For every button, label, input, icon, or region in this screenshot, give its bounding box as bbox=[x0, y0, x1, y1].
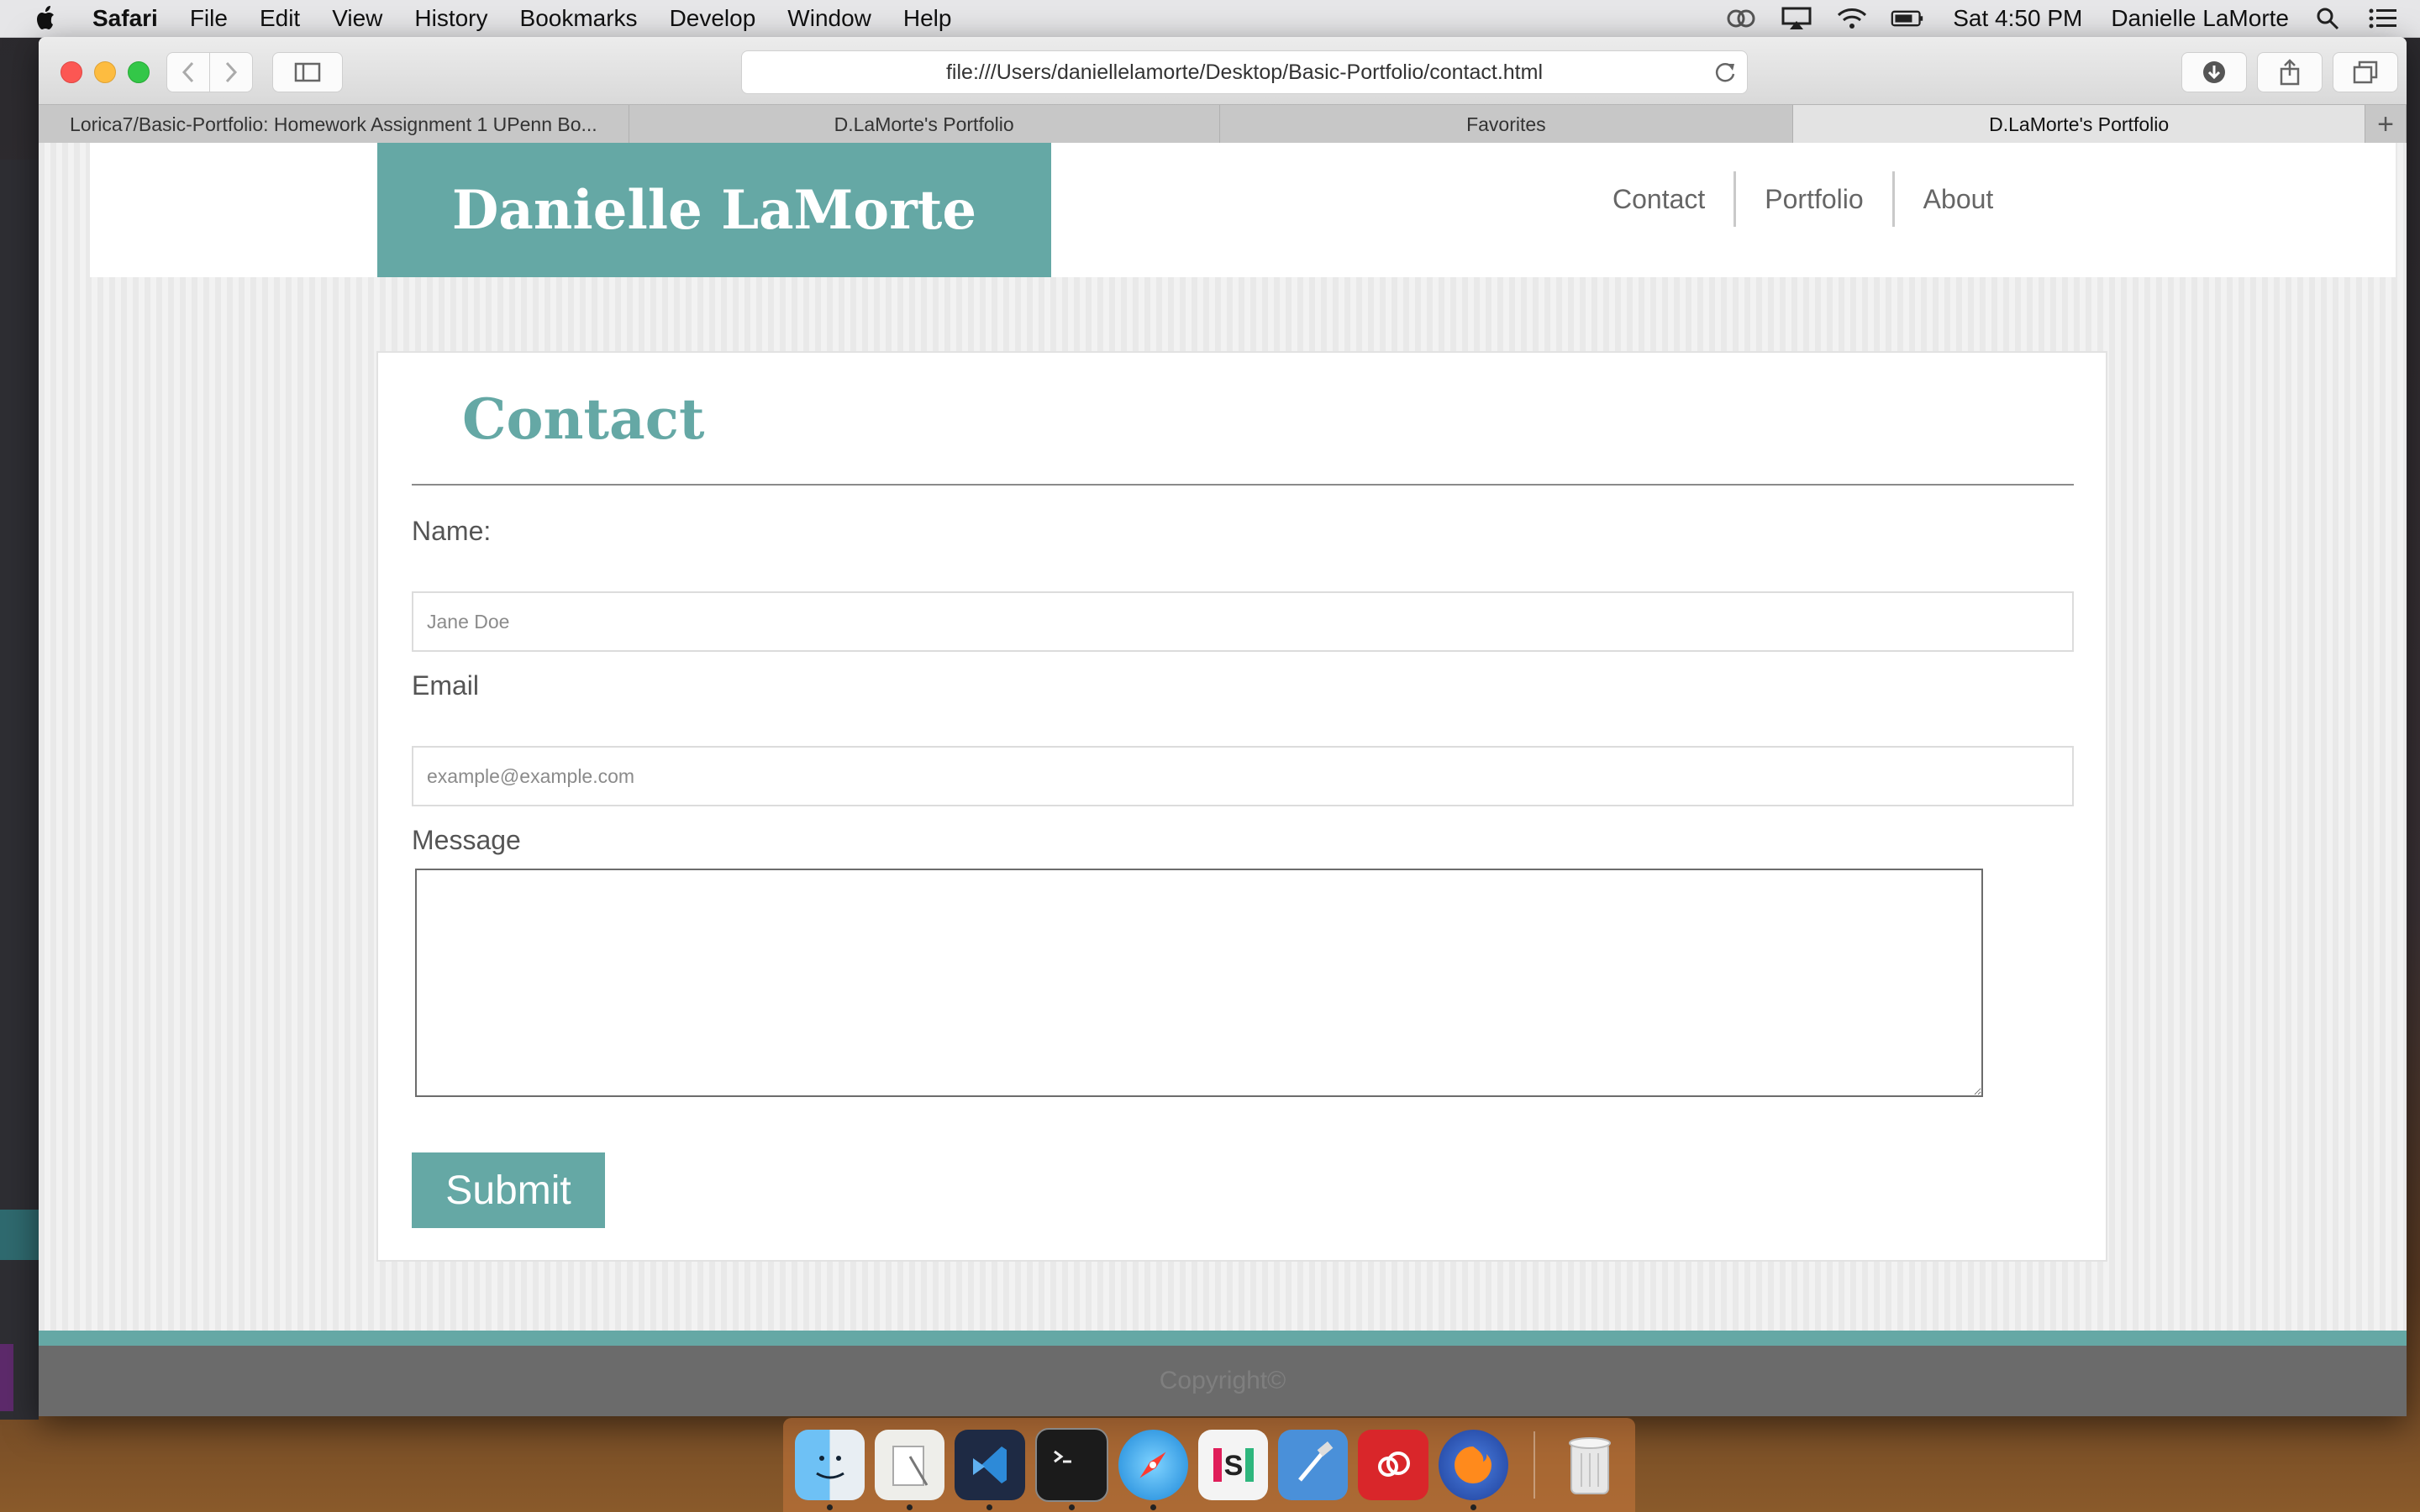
menu-app-name[interactable]: Safari bbox=[92, 5, 158, 32]
minimize-window-button[interactable] bbox=[94, 61, 116, 83]
wifi-icon[interactable] bbox=[1835, 6, 1869, 31]
tab-portfolio-active[interactable]: D.LaMorte's Portfolio bbox=[1793, 105, 2366, 144]
menu-file[interactable]: File bbox=[190, 5, 228, 32]
running-indicator bbox=[986, 1504, 993, 1510]
menu-history[interactable]: History bbox=[414, 5, 487, 32]
menu-bar: Safari File Edit View History Bookmarks … bbox=[0, 0, 2420, 38]
safari-icon[interactable] bbox=[1118, 1430, 1189, 1510]
menu-view[interactable]: View bbox=[332, 5, 382, 32]
reload-icon[interactable] bbox=[1713, 60, 1737, 84]
firefox-icon[interactable] bbox=[1438, 1430, 1508, 1510]
message-label: Message bbox=[412, 825, 521, 855]
tab-portfolio[interactable]: D.LaMorte's Portfolio bbox=[629, 105, 1220, 144]
share-icon bbox=[2280, 59, 2300, 86]
new-tab-button[interactable]: + bbox=[2365, 105, 2407, 144]
svg-text:S: S bbox=[1223, 1450, 1243, 1482]
footer-accent-bar bbox=[39, 1331, 2407, 1346]
page-viewport: Danielle LaMorte Contact Portfolio About… bbox=[39, 143, 2407, 1416]
zoom-window-button[interactable] bbox=[128, 61, 150, 83]
name-label: Name: bbox=[412, 516, 492, 546]
menu-help[interactable]: Help bbox=[903, 5, 952, 32]
menu-user-name[interactable]: Danielle LaMorte bbox=[2111, 5, 2289, 32]
dock: S bbox=[783, 1418, 1635, 1512]
message-textarea[interactable] bbox=[415, 869, 1983, 1097]
dock-divider bbox=[1533, 1431, 1535, 1499]
apple-icon[interactable] bbox=[34, 4, 59, 33]
site-header: Danielle LaMorte Contact Portfolio About bbox=[90, 143, 2396, 277]
running-indicator bbox=[907, 1504, 913, 1510]
download-icon bbox=[2203, 61, 2225, 83]
xcode-icon[interactable] bbox=[1278, 1430, 1349, 1500]
notification-center-icon[interactable] bbox=[2366, 6, 2400, 31]
preview-icon[interactable] bbox=[875, 1430, 945, 1510]
trash-icon[interactable] bbox=[1555, 1430, 1625, 1500]
address-url: file:///Users/daniellelamorte/Desktop/Ba… bbox=[945, 60, 1543, 84]
forward-button[interactable] bbox=[209, 52, 253, 92]
background-window-strip bbox=[0, 1344, 13, 1411]
title-divider bbox=[412, 484, 2074, 486]
background-window-strip bbox=[0, 1210, 39, 1260]
creative-cloud-icon[interactable] bbox=[1358, 1430, 1428, 1500]
email-label: Email bbox=[412, 670, 480, 701]
browser-window: file:///Users/daniellelamorte/Desktop/Ba… bbox=[39, 37, 2407, 1416]
vscode-icon[interactable] bbox=[955, 1430, 1025, 1510]
airplay-icon[interactable] bbox=[1780, 6, 1813, 31]
battery-icon[interactable] bbox=[1891, 6, 1924, 31]
menu-clock[interactable]: Sat 4:50 PM bbox=[1953, 5, 2082, 32]
spotlight-search-icon[interactable] bbox=[2311, 6, 2344, 31]
share-button[interactable] bbox=[2257, 52, 2323, 92]
terminal-icon[interactable] bbox=[1034, 1428, 1108, 1510]
menu-bookmarks[interactable]: Bookmarks bbox=[520, 5, 638, 32]
sidebar-toggle-button[interactable] bbox=[272, 52, 343, 92]
close-window-button[interactable] bbox=[60, 61, 82, 83]
slack-icon[interactable]: S bbox=[1198, 1430, 1269, 1500]
submit-button[interactable]: Submit bbox=[412, 1152, 605, 1228]
nav-link-about[interactable]: About bbox=[1895, 171, 2023, 227]
back-button[interactable] bbox=[166, 52, 210, 92]
menu-edit[interactable]: Edit bbox=[260, 5, 300, 32]
nav-link-portfolio[interactable]: Portfolio bbox=[1736, 171, 1891, 227]
chevron-left-icon bbox=[182, 61, 194, 83]
name-field[interactable] bbox=[412, 591, 2074, 652]
sidebar-icon bbox=[294, 62, 321, 82]
downloads-button[interactable] bbox=[2181, 52, 2247, 92]
tab-bar: Lorica7/Basic-Portfolio: Homework Assign… bbox=[39, 104, 2407, 144]
running-indicator bbox=[1068, 1504, 1075, 1510]
site-brand[interactable]: Danielle LaMorte bbox=[377, 143, 1051, 277]
tab-github-repo[interactable]: Lorica7/Basic-Portfolio: Homework Assign… bbox=[39, 105, 629, 144]
email-field[interactable] bbox=[412, 746, 2074, 806]
menu-develop[interactable]: Develop bbox=[670, 5, 756, 32]
site-footer: Copyright© bbox=[39, 1346, 2407, 1416]
chevron-right-icon bbox=[225, 61, 238, 83]
finder-icon[interactable] bbox=[795, 1430, 865, 1510]
menu-window[interactable]: Window bbox=[787, 5, 871, 32]
running-indicator bbox=[827, 1504, 833, 1510]
status-area: Sat 4:50 PM Danielle LaMorte bbox=[1702, 0, 2400, 37]
running-indicator bbox=[1470, 1504, 1476, 1510]
page-title: Contact bbox=[462, 386, 705, 452]
address-bar[interactable]: file:///Users/daniellelamorte/Desktop/Ba… bbox=[741, 50, 1748, 94]
tabs-overview-icon bbox=[2353, 60, 2378, 84]
creative-cloud-status-icon[interactable] bbox=[1724, 6, 1758, 31]
site-nav: Contact Portfolio About bbox=[1584, 171, 2022, 227]
nav-link-contact[interactable]: Contact bbox=[1584, 171, 1733, 227]
tab-favorites[interactable]: Favorites bbox=[1220, 105, 1794, 144]
show-all-tabs-button[interactable] bbox=[2333, 52, 2398, 92]
browser-toolbar: file:///Users/daniellelamorte/Desktop/Ba… bbox=[39, 37, 2407, 104]
running-indicator bbox=[1150, 1504, 1156, 1510]
copyright-text: Copyright© bbox=[1159, 1367, 1286, 1394]
contact-card: Contact Name: Email Message Submit bbox=[376, 351, 2107, 1262]
